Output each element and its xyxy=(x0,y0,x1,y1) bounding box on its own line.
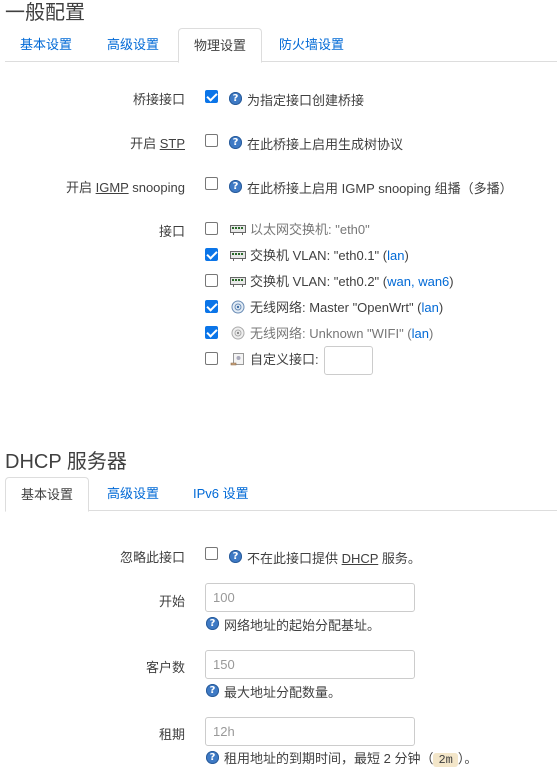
stp-label: 开启 STP xyxy=(130,133,185,152)
igmp-label: 开启 IGMP snooping xyxy=(66,177,185,196)
interface-label-close: ) xyxy=(449,274,454,289)
stp-abbr: STP xyxy=(159,136,185,151)
custom-interface-icon xyxy=(230,353,244,366)
stp-label-prefix: 开启 xyxy=(130,136,160,151)
interface-label: 自定义接口: xyxy=(250,352,319,367)
igmp-description: 在此桥接上启用 IGMP snooping 组播（多播） xyxy=(247,181,513,196)
bridge-description: 为指定接口创建桥接 xyxy=(247,93,365,108)
interface-item: 以太网交换机: "eth0" xyxy=(230,222,370,238)
interface-checkbox-eth0-2[interactable] xyxy=(205,274,218,287)
lease-input[interactable] xyxy=(205,717,415,746)
start-label: 开始 xyxy=(158,594,185,609)
switch-icon xyxy=(230,225,246,235)
bridge-checkbox[interactable] xyxy=(205,90,218,103)
stp-checkbox[interactable] xyxy=(205,134,218,147)
interface-network-link[interactable]: wan, wan6 xyxy=(387,274,449,289)
bridge-label: 桥接接口 xyxy=(132,92,185,107)
help-icon: ? xyxy=(229,180,242,193)
limit-label: 客户数 xyxy=(145,660,185,675)
interface-network-link[interactable]: lan xyxy=(422,300,439,315)
lease-min-code: 2m xyxy=(433,753,458,767)
switch-icon xyxy=(230,277,246,287)
interface-item: 无线网络: Unknown "WIFI" (lan) xyxy=(230,326,433,342)
interface-label: 交换机 VLAN: "eth0.2" ( xyxy=(250,274,388,289)
interfaces-label: 接口 xyxy=(158,224,185,239)
ignore-desc-prefix: 不在此接口提供 xyxy=(247,551,342,566)
help-icon: ? xyxy=(206,751,219,764)
general-tabbar: 基本设置 高级设置 物理设置 防火墙设置 xyxy=(5,28,557,63)
lease-desc-suffix: ）。 xyxy=(457,751,478,766)
custom-interface-input[interactable] xyxy=(324,346,373,375)
interface-label: 以太网交换机: "eth0" xyxy=(250,222,370,237)
interface-item: 交换机 VLAN: "eth0.1" (lan) xyxy=(230,248,409,264)
interface-network-link[interactable]: lan xyxy=(387,248,404,263)
igmp-label-suffix: snooping xyxy=(128,180,185,195)
interface-label-close: ) xyxy=(429,326,434,341)
wifi-icon xyxy=(231,326,245,340)
interface-checkbox-custom[interactable] xyxy=(205,352,218,365)
igmp-checkbox[interactable] xyxy=(205,177,218,190)
igmp-label-prefix: 开启 xyxy=(65,180,96,195)
interface-item: 交换机 VLAN: "eth0.2" (wan, wan6) xyxy=(230,274,454,290)
help-icon: ? xyxy=(229,92,242,105)
help-icon: ? xyxy=(229,136,242,149)
tab-dhcp-advanced[interactable]: 高级设置 xyxy=(92,477,174,511)
interface-network-link[interactable]: lan xyxy=(412,326,429,341)
lease-desc-prefix: 租用地址的到期时间，最短 2 分钟（ xyxy=(224,751,434,766)
tab-general-physical[interactable]: 物理设置 xyxy=(178,28,263,63)
help-icon: ? xyxy=(229,550,242,563)
interface-label-close: ) xyxy=(438,300,444,315)
dhcp-tabbar: 基本设置 高级设置 IPv6 设置 xyxy=(5,477,557,512)
ignore-description: 不在此接口提供 DHCP 服务。 xyxy=(247,548,421,567)
help-icon: ? xyxy=(206,617,219,630)
limit-input[interactable] xyxy=(205,650,415,679)
interface-item: 自定义接口: xyxy=(230,352,319,368)
tab-general-basic[interactable]: 基本设置 xyxy=(5,28,87,62)
stp-description: 在此桥接上启用生成树协议 xyxy=(247,137,404,152)
tab-general-advanced[interactable]: 高级设置 xyxy=(92,28,174,62)
interface-label: 无线网络: Unknown "WIFI" ( xyxy=(250,326,412,341)
interface-item: 无线网络: Master "OpenWrt" (lan) xyxy=(230,300,443,316)
section-title-general: 一般配置 xyxy=(5,2,85,24)
interface-checkbox-eth0[interactable] xyxy=(205,222,218,235)
interface-checkbox-wifi-unknown[interactable] xyxy=(205,326,218,339)
interface-checkbox-wifi-openwrt[interactable] xyxy=(205,300,218,313)
interface-label: 交换机 VLAN: "eth0.1" ( xyxy=(250,248,388,263)
ignore-checkbox[interactable] xyxy=(205,547,218,560)
igmp-abbr: IGMP xyxy=(95,180,129,195)
tab-general-firewall[interactable]: 防火墙设置 xyxy=(264,28,359,62)
ignore-desc-suffix: 服务。 xyxy=(378,551,421,566)
interface-label-close: ) xyxy=(404,248,409,263)
lease-label: 租期 xyxy=(158,727,185,742)
interface-label: 无线网络: Master "OpenWrt" ( xyxy=(250,300,422,315)
lease-description: 租用地址的到期时间，最短 2 分钟（ 2m）。 xyxy=(224,748,477,767)
section-title-dhcp: DHCP 服务器 xyxy=(5,451,127,473)
start-description: 网络地址的起始分配基址。 xyxy=(224,618,381,633)
start-input[interactable] xyxy=(205,583,415,612)
ignore-label: 忽略此接口 xyxy=(119,550,185,565)
tab-dhcp-basic[interactable]: 基本设置 xyxy=(5,477,90,512)
limit-description: 最大地址分配数量。 xyxy=(224,685,342,700)
dhcp-abbr: DHCP xyxy=(341,551,379,566)
interface-checkbox-eth0-1[interactable] xyxy=(205,248,218,261)
wifi-icon xyxy=(231,300,245,314)
tab-dhcp-ipv6[interactable]: IPv6 设置 xyxy=(178,477,264,511)
switch-icon xyxy=(230,251,246,261)
help-icon: ? xyxy=(206,684,219,697)
